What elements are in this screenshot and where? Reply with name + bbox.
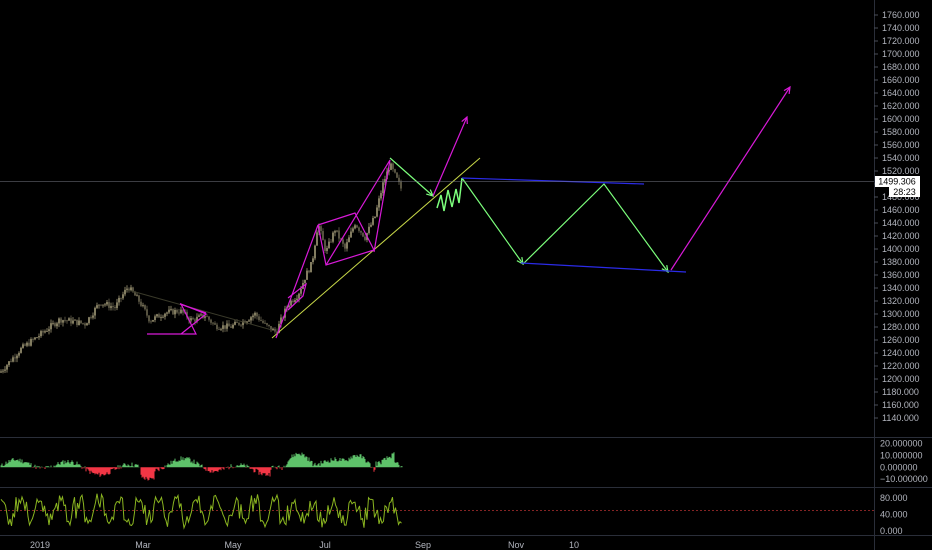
price-axis-label: 1380.000 bbox=[882, 257, 920, 267]
price-axis-label: 1300.000 bbox=[882, 309, 920, 319]
candle bbox=[390, 162, 392, 171]
oscillator-1-axis-label: −10.000000 bbox=[880, 474, 928, 484]
candle bbox=[324, 238, 326, 253]
price-axis-label: 1660.000 bbox=[882, 75, 920, 85]
price-axis-label: 1140.000 bbox=[882, 413, 919, 423]
price-axis-label: 1760.000 bbox=[882, 10, 920, 20]
price-axis-label: 1520.000 bbox=[882, 166, 920, 176]
oscillator-2-axis-label: 0.000 bbox=[880, 526, 903, 536]
price-axis-label: 1640.000 bbox=[882, 88, 920, 98]
current-price-value: 1499.306 bbox=[878, 177, 916, 187]
price-axis-label: 1220.000 bbox=[882, 361, 920, 371]
price-axis-label: 1360.000 bbox=[882, 270, 920, 280]
price-axis-label: 1240.000 bbox=[882, 348, 920, 358]
candle bbox=[316, 230, 318, 246]
candle bbox=[310, 261, 312, 273]
price-axis-label: 1740.000 bbox=[882, 23, 920, 33]
price-axis-label: 1280.000 bbox=[882, 322, 920, 332]
oscillator-1-axis-label: 20.000000 bbox=[880, 438, 923, 448]
candle bbox=[314, 244, 316, 261]
countdown-timer: 28:23 bbox=[893, 187, 916, 197]
oscillator-2-axis-label: 80.000 bbox=[880, 493, 908, 503]
oscillator-2-axis-label: 40.000 bbox=[880, 510, 908, 520]
price-axis-label: 1320.000 bbox=[882, 296, 920, 306]
price-axis-label: 1600.000 bbox=[882, 114, 920, 124]
price-axis-label: 1440.000 bbox=[882, 218, 920, 228]
oscillator-1-axis-label: 10.000000 bbox=[880, 450, 923, 460]
price-axis-label: 1340.000 bbox=[882, 283, 920, 293]
price-axis-label: 1620.000 bbox=[882, 101, 920, 111]
price-axis-label: 1160.000 bbox=[882, 400, 919, 410]
price-axis-label: 1420.000 bbox=[882, 231, 920, 241]
price-axis-label: 1260.000 bbox=[882, 335, 920, 345]
price-axis-label: 1580.000 bbox=[882, 127, 920, 137]
oscillator-1-axis-label: 0.000000 bbox=[880, 462, 918, 472]
chart-canvas[interactable]: 1760.000 1740.000 1720.000 1700.000 1680.000… bbox=[0, 0, 932, 550]
candle bbox=[362, 232, 364, 238]
chart-background bbox=[0, 0, 932, 550]
candle bbox=[396, 172, 398, 179]
price-axis-label: 1700.000 bbox=[882, 49, 920, 59]
candle bbox=[172, 308, 174, 315]
candle bbox=[152, 319, 154, 322]
price-axis-label: 1400.000 bbox=[882, 244, 920, 254]
price-axis-label: 1540.000 bbox=[882, 153, 920, 163]
candle bbox=[332, 231, 334, 244]
price-axis-label: 1560.000 bbox=[882, 140, 920, 150]
time-axis-label: Mar bbox=[135, 540, 151, 550]
time-axis-label: 10 bbox=[569, 540, 579, 550]
price-axis-label: 1200.000 bbox=[882, 374, 920, 384]
price-axis-label: 1180.000 bbox=[882, 387, 919, 397]
time-axis-label: Nov bbox=[508, 540, 525, 550]
price-axis-label: 1720.000 bbox=[882, 36, 920, 46]
time-axis-label: 2019 bbox=[30, 540, 50, 550]
price-axis-label: 1460.000 bbox=[882, 205, 920, 215]
time-axis-label: Jul bbox=[319, 540, 331, 550]
time-axis-label: Sep bbox=[415, 540, 431, 550]
price-axis-label: 1680.000 bbox=[882, 62, 920, 72]
time-axis-label: May bbox=[224, 540, 242, 550]
